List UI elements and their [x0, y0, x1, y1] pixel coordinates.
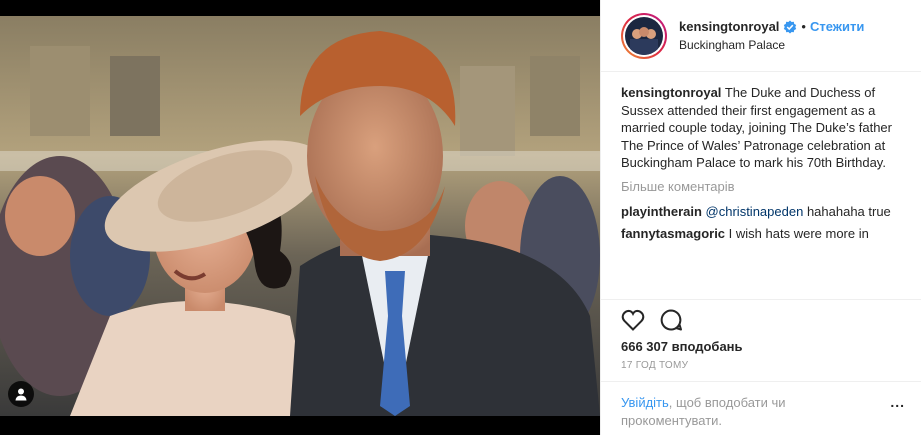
post-timestamp[interactable]: 17 год тому — [601, 354, 921, 371]
location-link[interactable]: Buckingham Palace — [679, 36, 864, 54]
avatar[interactable] — [621, 12, 667, 59]
load-more-comments-button[interactable]: Більше коментарів — [621, 178, 905, 196]
instagram-post: kensingtonroyal • Стежити Buckingham Pal… — [0, 0, 921, 435]
comment-text: hahahaha true — [806, 204, 891, 219]
comment-username[interactable]: fannytasmagoric — [621, 226, 725, 241]
post-side-panel: kensingtonroyal • Стежити Buckingham Pal… — [600, 0, 921, 435]
tagged-user-icon[interactable] — [8, 381, 34, 407]
post-media[interactable] — [0, 0, 600, 435]
comment-mention[interactable]: @christinapeden — [706, 204, 804, 219]
person-icon — [15, 388, 27, 401]
caption: kensingtonroyal The Duke and Duchess of … — [621, 84, 905, 172]
comment-username[interactable]: playintherain — [621, 204, 702, 219]
follow-button[interactable]: Стежити — [810, 18, 864, 36]
verified-badge-icon — [784, 20, 797, 33]
header-row: kensingtonroyal • Стежити — [679, 18, 864, 36]
caption-username[interactable]: kensingtonroyal — [621, 85, 721, 100]
heart-icon[interactable] — [621, 309, 645, 331]
post-header: kensingtonroyal • Стежити Buckingham Pal… — [601, 0, 921, 72]
comment-text: I wish hats were more in — [728, 225, 869, 241]
likes-count[interactable]: 666 307 вподобань — [601, 339, 921, 354]
header-text: kensingtonroyal • Стежити Buckingham Pal… — [679, 18, 864, 54]
post-photo — [0, 16, 600, 416]
comment-item: fannytasmagoric I wish hats were more in — [621, 225, 905, 243]
separator-dot: • — [801, 18, 806, 34]
avatar-ring — [623, 14, 665, 57]
comments-section[interactable]: kensingtonroyal The Duke and Duchess of … — [601, 72, 921, 299]
more-options-button[interactable]: ... — [890, 394, 905, 435]
username-link[interactable]: kensingtonroyal — [679, 18, 779, 36]
login-prompt: Увійдіть, щоб вподобати чи прокоментуват… — [601, 381, 921, 435]
comment-icon[interactable] — [659, 308, 683, 332]
login-link[interactable]: Увійдіть — [621, 395, 669, 410]
comment-item: playintherain @christinapeden hahahaha t… — [621, 203, 905, 221]
avatar-image — [625, 16, 663, 55]
action-bar — [601, 299, 921, 339]
login-text: Увійдіть, щоб вподобати чи прокоментуват… — [621, 394, 841, 435]
